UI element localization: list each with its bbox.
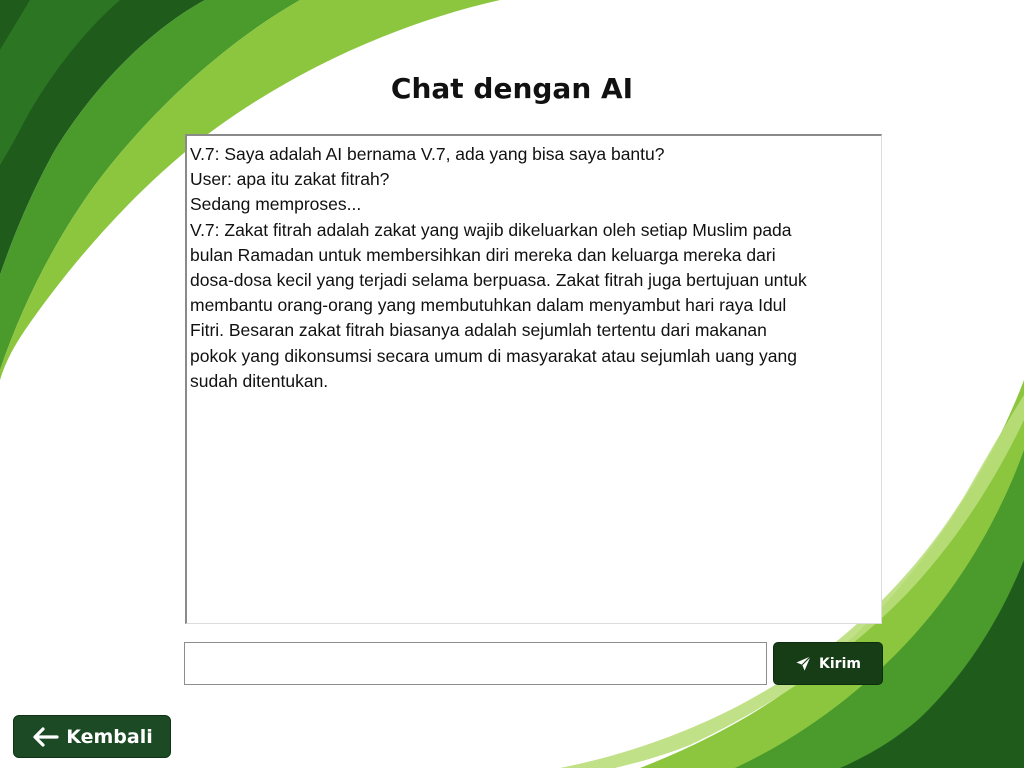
send-icon [795,655,812,672]
chat-message-user: User: apa itu zakat fitrah? [190,169,390,190]
chat-message-greeting: V.7: Saya adalah AI bernama V.7, ada yan… [190,144,665,164]
send-button-label: Kirim [819,655,861,672]
arrow-left-icon [31,726,59,748]
message-input[interactable] [184,642,767,685]
back-button-label: Kembali [66,725,153,748]
chat-log[interactable]: V.7: Saya adalah AI bernama V.7, ada yan… [185,134,882,624]
send-button[interactable]: Kirim [773,642,883,685]
page-title: Chat dengan AI [390,72,634,105]
chat-message-answer: V.7: Zakat fitrah adalah zakat yang waji… [190,219,807,391]
back-button[interactable]: Kembali [13,715,171,758]
chat-message-processing: Sedang memproses... [190,194,362,215]
